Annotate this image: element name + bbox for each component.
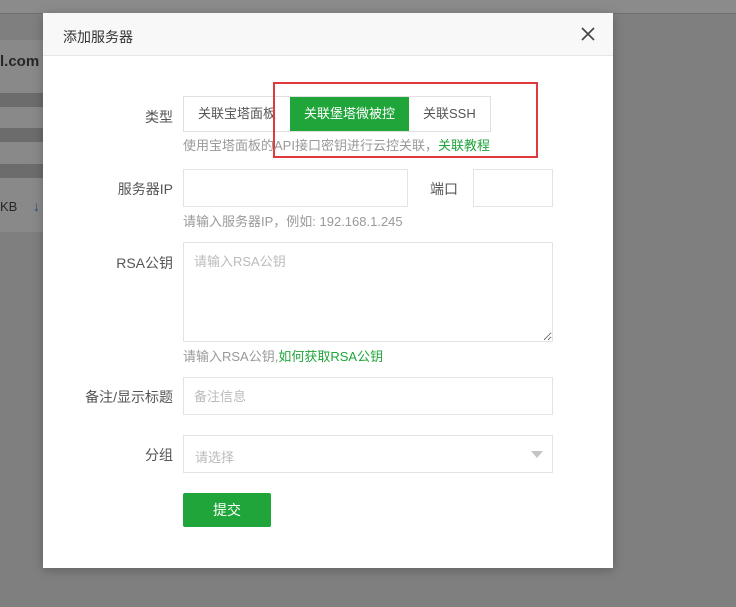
type-hint-text: 使用宝塔面板的API接口密钥进行云控关联，: [183, 138, 438, 153]
get-rsa-key-link[interactable]: 如何获取RSA公钥: [278, 349, 383, 364]
rsa-label: RSA公钥: [116, 255, 173, 271]
download-arrow-icon: ↓: [33, 198, 40, 214]
rsa-key-textarea[interactable]: [183, 242, 553, 342]
submit-button[interactable]: 提交: [183, 493, 271, 527]
group-select-placeholder: 请选择: [195, 450, 235, 465]
background-topbar: [0, 0, 736, 14]
dialog-header: 添加服务器: [43, 13, 613, 56]
background-bar: [0, 164, 44, 178]
remark-input[interactable]: [183, 377, 553, 415]
background-bar: [0, 128, 44, 142]
background-domain-text: l.com: [0, 53, 40, 70]
type-option-bt-panel[interactable]: 关联宝塔面板: [184, 97, 290, 131]
port-label: 端口: [430, 181, 458, 197]
type-option-ssh[interactable]: 关联SSH: [409, 97, 490, 131]
group-label: 分组: [145, 447, 173, 463]
background-size-text: KB: [0, 199, 18, 214]
server-ip-hint: 请输入服务器IP，例如: 192.168.1.245: [183, 214, 403, 229]
port-input[interactable]: [473, 169, 553, 207]
remark-label: 备注/显示标题: [85, 389, 173, 405]
background-bar: [0, 93, 44, 107]
close-icon[interactable]: [579, 25, 597, 43]
chevron-down-icon: [531, 451, 543, 458]
type-option-bt-controlled[interactable]: 关联堡塔微被控: [290, 97, 410, 131]
server-ip-label: 服务器IP: [117, 181, 173, 197]
group-select[interactable]: 请选择: [183, 435, 553, 473]
add-server-dialog: 添加服务器 类型 关联宝塔面板 关联堡塔微被控 关联SSH 使用宝塔面板的API…: [43, 13, 613, 568]
server-ip-input[interactable]: [183, 169, 408, 207]
type-button-group: 关联宝塔面板 关联堡塔微被控 关联SSH: [183, 96, 491, 132]
tutorial-link[interactable]: 关联教程: [438, 138, 490, 153]
type-hint: 使用宝塔面板的API接口密钥进行云控关联，关联教程: [183, 135, 490, 154]
rsa-hint: 请输入RSA公钥,如何获取RSA公钥: [183, 346, 383, 365]
rsa-hint-text: 请输入RSA公钥,: [183, 349, 279, 364]
type-label: 类型: [145, 109, 173, 125]
dialog-title: 添加服务器: [63, 29, 133, 45]
